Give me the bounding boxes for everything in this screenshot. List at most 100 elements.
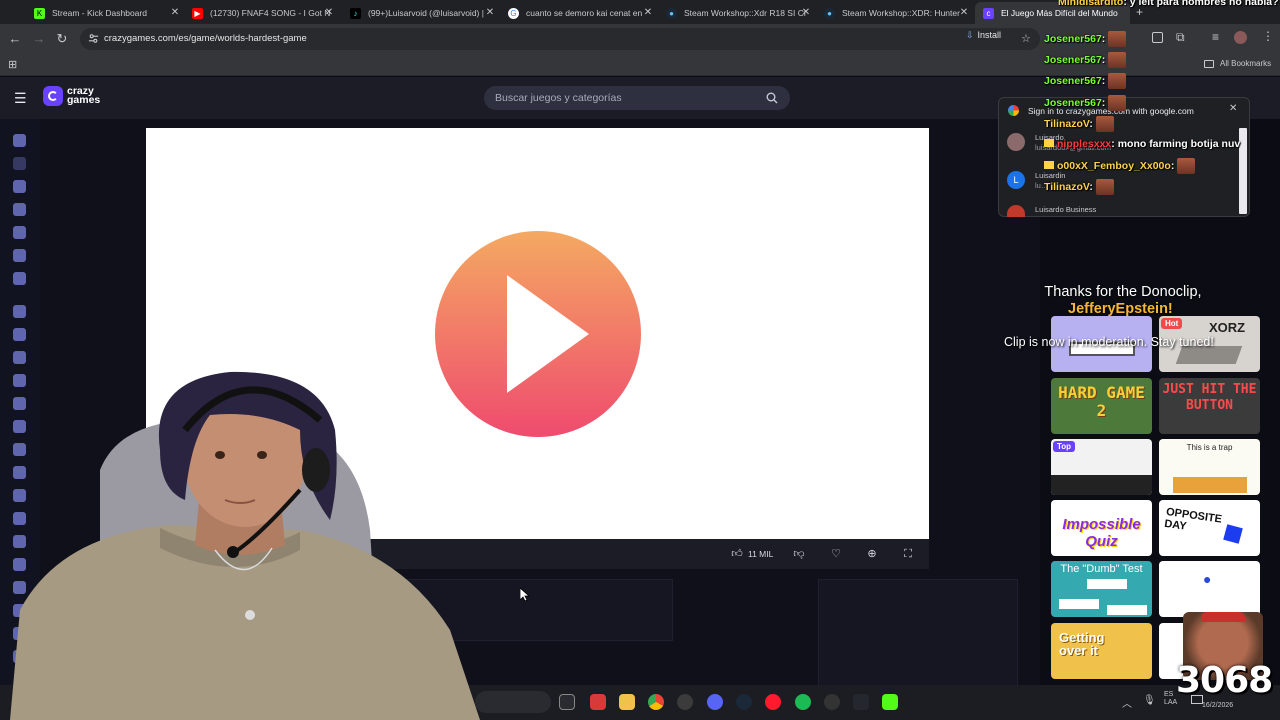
game-thumb-dumb-test[interactable]: The "Dumb" Test	[1051, 561, 1152, 617]
youtube-icon: ▶	[192, 7, 203, 19]
chat-msg: :	[1089, 117, 1093, 130]
recent-icon[interactable]	[13, 157, 26, 170]
url-text: crazygames.com/es/game/worlds-hardest-ga…	[104, 33, 307, 44]
spotify-icon[interactable]	[795, 694, 811, 710]
forward-icon[interactable]: →	[30, 30, 48, 48]
donation-name: JefferyEpstein!	[1068, 301, 1173, 317]
bookmark-star-icon[interactable]: ☆	[1021, 32, 1031, 45]
chat-user: Josener567	[1044, 32, 1102, 45]
chat-line: Josener567:	[1044, 31, 1127, 47]
close-icon[interactable]: ✕	[168, 6, 182, 20]
webcam-overlay	[10, 371, 480, 720]
updated-icon[interactable]	[13, 226, 26, 239]
site-info-icon[interactable]	[88, 33, 99, 44]
donation-thanks: Thanks for the Donoclip,	[1044, 284, 1202, 300]
install-button[interactable]: ⇩ Install	[966, 28, 1001, 42]
elephant-icon: ●	[1203, 571, 1212, 587]
tray-chevron-icon[interactable]: ︿	[1122, 695, 1132, 710]
chat-line: o00xX_Femboy_Xx00o:	[1044, 158, 1196, 174]
game-thumb-top[interactable]: Top	[1051, 439, 1152, 495]
app-dark-icon[interactable]	[677, 694, 693, 710]
chat-msg: :	[1101, 32, 1106, 45]
originals-icon[interactable]	[13, 249, 26, 262]
favorite-heart-icon[interactable]: ♡	[830, 548, 842, 560]
game-thumb-elephant[interactable]: ●	[1159, 561, 1260, 617]
search-icon[interactable]	[766, 92, 778, 104]
game-thumb-just-hit-button[interactable]: JUST HIT THE BUTTON	[1159, 378, 1260, 434]
emote-icon	[1177, 158, 1196, 174]
chat-user: Minidisardito	[1058, 0, 1124, 8]
chat-line: Minidisardito: y leit para nombres no ha…	[1058, 0, 1280, 8]
chat-msg: : mono farming botija nuv	[1111, 138, 1241, 150]
opera-icon[interactable]	[765, 694, 781, 710]
close-icon[interactable]: ✕	[957, 6, 971, 20]
close-icon[interactable]: ✕	[641, 6, 655, 20]
app-red-icon[interactable]	[590, 694, 606, 710]
game-thumb-getting-over-it[interactable]: Getting over it	[1051, 623, 1152, 679]
tab-tiktok[interactable]: ♪ (99+)Luisarvoid (@luisarvoid) | ✕	[342, 2, 497, 24]
chat-user: Josener567	[1044, 74, 1102, 87]
search-input[interactable]: Buscar juegos y categorías	[484, 86, 790, 110]
tab-kick-dashboard[interactable]: K Stream - Kick Dashboard ✕	[26, 2, 182, 24]
emote-icon	[1108, 73, 1127, 89]
chat-line: Josener567:	[1044, 73, 1127, 89]
tab-youtube[interactable]: ▶ (12730) FNAF4 SONG - I Got N ✕	[184, 2, 336, 24]
taskbar-search[interactable]	[475, 691, 551, 713]
tab-title: (12730) FNAF4 SONG - I Got N	[210, 8, 331, 18]
chat-msg: :	[1101, 74, 1106, 87]
chat-user: Josener567	[1044, 96, 1102, 109]
tab-steam-workshop-1[interactable]: ● Steam Workshop::Xdr R18 SI Cl ✕	[658, 2, 813, 24]
share-icon[interactable]: ⊕	[866, 548, 878, 560]
file-explorer-icon[interactable]	[619, 694, 635, 710]
logo-line-2: games	[67, 94, 101, 106]
close-icon[interactable]: ✕	[322, 6, 336, 20]
discord-icon[interactable]	[707, 694, 723, 710]
microphone-icon[interactable]: 🎙︎	[1143, 695, 1156, 706]
hamburger-menu-icon[interactable]: ☰	[14, 90, 27, 107]
address-bar[interactable]: crazygames.com/es/game/worlds-hardest-ga…	[80, 28, 1040, 50]
steam-icon[interactable]	[736, 694, 752, 710]
multiplayer-icon[interactable]	[13, 272, 26, 285]
game-thumb-opposite-day[interactable]: OPPOSITE DAY	[1159, 500, 1260, 556]
overlay-number: 3068	[1176, 660, 1273, 701]
tiktok-icon: ♪	[350, 7, 361, 19]
crazygames-logo[interactable]: crazy games	[43, 86, 100, 106]
crazygames-icon: c	[983, 7, 994, 19]
trending-icon[interactable]	[13, 203, 26, 216]
chat-line: nipplesxxx: mono farming botija nuv	[1044, 138, 1240, 150]
like-count: 11 MIL	[748, 549, 774, 559]
game-thumb-hard-game-2[interactable]: HARD GAME 2	[1051, 378, 1152, 434]
tab-steam-workshop-2[interactable]: ● Steam Workshop::XDR: Hunter ✕	[816, 2, 971, 24]
apps-grid-icon[interactable]: ⊞	[8, 58, 17, 71]
home-icon[interactable]	[13, 134, 26, 147]
emote-icon	[1108, 31, 1127, 47]
game-thumb-this-is-a-trap[interactable]: This is a trap	[1159, 439, 1260, 495]
fullscreen-icon[interactable]: ⛶	[902, 548, 914, 560]
close-icon[interactable]: ✕	[483, 6, 497, 20]
stream-chat-overlay: Minidisardito: y leit para nombres no ha…	[1044, 0, 1280, 200]
chat-line: Josener567:	[1044, 95, 1127, 111]
adventure-icon[interactable]	[13, 328, 26, 341]
task-view-icon[interactable]	[559, 694, 575, 710]
chat-user: TilinazoV	[1044, 180, 1090, 193]
chrome-icon[interactable]	[648, 694, 664, 710]
game-thumb-impossible-quiz[interactable]: Impossible Quiz	[1051, 500, 1152, 556]
tab-title: (99+)Luisarvoid (@luisarvoid) |	[368, 8, 484, 18]
chat-user: TilinazoV	[1044, 117, 1090, 130]
close-icon[interactable]: ✕	[799, 6, 813, 20]
chat-msg: :	[1089, 180, 1093, 193]
thumbs-up-icon[interactable]: 👍︎	[731, 548, 743, 560]
emote-icon	[1095, 179, 1114, 195]
new-icon[interactable]	[13, 180, 26, 193]
thumb-title: Getting over it	[1059, 630, 1105, 658]
kick-icon[interactable]	[882, 694, 898, 710]
tab-google-search[interactable]: G cuanto se demoro kai cenat en ✕	[500, 2, 655, 24]
reload-icon[interactable]: ↻	[53, 30, 71, 48]
back-icon[interactable]: ←	[6, 30, 24, 48]
chat-line: Josener567:	[1044, 52, 1127, 68]
action-icon[interactable]	[13, 305, 26, 318]
account-row-3[interactable]: Luisardo Business	[999, 200, 1237, 218]
thumbs-down-icon[interactable]: 👎︎	[793, 548, 805, 560]
obs-icon[interactable]	[824, 694, 840, 710]
app-terminal-icon[interactable]	[853, 694, 869, 710]
